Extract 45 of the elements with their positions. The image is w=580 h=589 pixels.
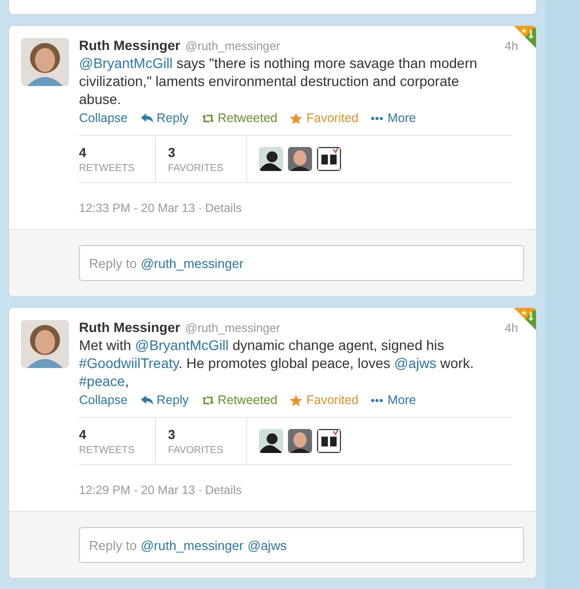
tweet-action[interactable]: Retweeted [202, 393, 278, 407]
reply-icon [140, 394, 153, 406]
stat-label[interactable]: FAVORITES [168, 162, 234, 174]
separator-dot: · [198, 201, 202, 215]
tweet-action[interactable]: More [371, 393, 416, 407]
stat-count[interactable]: 3 [168, 426, 234, 442]
tweet-time[interactable]: 4h [504, 321, 518, 335]
tweet-action[interactable]: Reply [140, 393, 189, 407]
stat-label[interactable]: FAVORITES [168, 444, 234, 456]
user-handle: @ruth_messinger [185, 39, 280, 53]
tweet-time[interactable]: 4h [504, 39, 518, 53]
tweet-action[interactable]: Collapse [79, 111, 128, 125]
stat-count[interactable]: 3 [168, 144, 234, 160]
user-handle: @ruth_messinger [185, 321, 280, 335]
tweet-link[interactable]: @BryantMcGill [79, 55, 173, 71]
tweet-action[interactable]: Favorited [290, 393, 358, 407]
user-name[interactable]: Ruth Messinger [79, 320, 180, 335]
tweet-link[interactable]: #peace [79, 373, 125, 389]
star-icon [290, 394, 302, 406]
user-name[interactable]: Ruth Messinger [79, 38, 180, 53]
tweet-timestamp[interactable]: 12:33 PM - 20 Mar 13 [79, 201, 196, 215]
stat-count[interactable]: 4 [79, 144, 143, 160]
reply-field[interactable]: Reply to @ruth_messinger [79, 245, 524, 281]
tweet-action[interactable]: Favorited [290, 111, 358, 125]
tweet-link[interactable]: #GoodwiilTreaty [79, 355, 179, 371]
stat-label[interactable]: RETWEETS [79, 444, 143, 456]
tweet-action[interactable]: Reply [140, 111, 189, 125]
separator-dot: · [198, 483, 202, 497]
tweet-text: Met with @BryantMcGill dynamic change agent, signed his #GoodwiilTreaty. He promotes global peace, loves @ajws work. #peace, [79, 336, 475, 390]
tweet-link[interactable]: @ajws [394, 355, 436, 371]
tweet-action[interactable]: Retweeted [202, 111, 278, 125]
tweet-timestamp[interactable]: 12:29 PM - 20 Mar 13 [79, 483, 196, 497]
details-link[interactable]: Details [205, 483, 242, 497]
reply-icon [140, 112, 153, 124]
star-icon [290, 112, 302, 124]
tweet-text: @BryantMcGill says "there is nothing more savage than modern civilization," laments environmental destruction and corporate abuse. [79, 54, 478, 108]
retweet-icon [202, 394, 214, 406]
details-link[interactable]: Details [205, 201, 242, 215]
tweet-link[interactable]: @BryantMcGill [135, 337, 229, 353]
tweet-action[interactable]: Collapse [79, 393, 128, 407]
stat-label[interactable]: RETWEETS [79, 162, 143, 174]
tweet-action[interactable]: More [371, 111, 416, 125]
reply-field[interactable]: Reply to @ruth_messinger @ajws [79, 527, 524, 563]
retweet-icon [202, 112, 214, 124]
stat-count[interactable]: 4 [79, 426, 143, 442]
